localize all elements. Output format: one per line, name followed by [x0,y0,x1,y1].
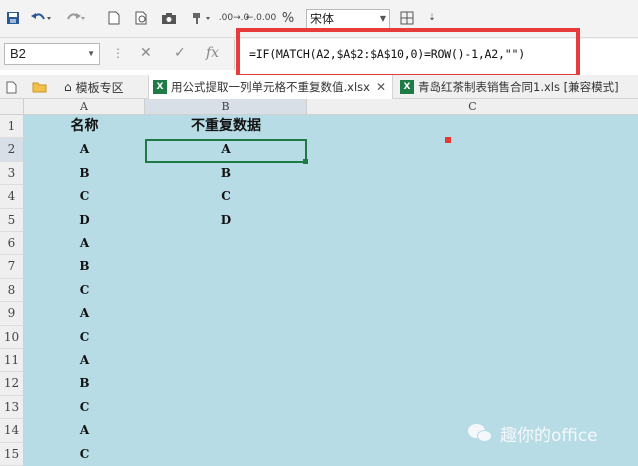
cell-a[interactable]: B [24,255,145,278]
increase-decimal-icon[interactable]: .00→.0 [219,8,249,28]
cell-a[interactable]: B [24,162,145,185]
cell-b[interactable]: C [145,185,307,208]
borders-icon[interactable] [398,8,416,28]
document-tabs: ⌂ 模板专区 X 用公式提取一列单元格不重复数值.xlsx ✕ X 青岛红茶制表… [0,75,638,99]
tab-label: 模板专区 [75,80,124,95]
cell-a[interactable]: B [24,372,145,395]
print-preview-icon[interactable] [134,8,150,28]
cell-a[interactable]: A [24,302,145,325]
new-icon[interactable] [106,8,122,28]
close-icon[interactable]: ✕ [376,80,386,94]
row-header[interactable]: 12 [0,372,24,396]
tab-contract-workbook[interactable]: X 青岛红茶制表销售合同1.xls [兼容模式] [396,75,638,99]
separator-icon: ⋮ [112,46,124,60]
cancel-icon[interactable]: ✕ [140,45,152,61]
row-header[interactable]: 5 [0,208,24,232]
insert-function-icon[interactable]: fx [206,45,219,61]
percent-icon[interactable]: % [280,8,296,28]
cell-b[interactable]: B [145,162,307,185]
fill-handle[interactable] [303,159,308,164]
tab-templates[interactable]: ⌂ 模板专区 [64,75,148,99]
cell-a[interactable]: C [24,326,145,349]
cell-a[interactable]: C [24,396,145,419]
row-header[interactable]: 1 [0,115,24,139]
font-name-select[interactable]: 宋体 ▼ [306,9,390,29]
excel-icon: X [153,80,167,94]
tab-label: 用公式提取一列单元格不重复数值.xlsx [171,80,370,94]
cell-a[interactable]: C [24,185,145,208]
excel-icon: X [400,80,414,94]
column-header-c[interactable]: C [307,99,638,115]
tab-label: 青岛红茶制表销售合同1.xls [兼容模式] [418,80,619,94]
cell-a[interactable]: A [24,419,145,442]
confirm-icon[interactable]: ✓ [174,45,186,61]
folder-icon[interactable] [32,75,50,99]
name-box[interactable]: B2 ▼ [4,43,100,65]
new-document-icon[interactable] [6,75,22,99]
row-header[interactable]: 8 [0,278,24,303]
chevron-down-icon: ▼ [379,14,386,23]
format-painter-icon[interactable] [188,8,214,28]
cell-a[interactable]: D [24,209,145,232]
cell-a[interactable]: C [24,443,145,466]
redo-icon[interactable] [62,8,88,28]
tab-active-workbook[interactable]: X 用公式提取一列单元格不重复数值.xlsx ✕ [148,75,393,99]
cell-b[interactable]: D [145,209,307,232]
wechat-icon [468,423,494,444]
cell-a[interactable]: A [24,232,145,255]
decrease-decimal-icon[interactable]: ←.0.00 [246,8,276,28]
cell-a[interactable]: A [24,349,145,372]
row-header[interactable]: 9 [0,302,24,326]
cell-a[interactable]: A [24,138,145,161]
select-all-corner[interactable] [0,99,24,115]
column-header-a[interactable]: A [24,99,145,115]
row-header[interactable]: 15 [0,442,24,466]
save-icon[interactable] [4,8,22,28]
row-header[interactable]: 13 [0,395,24,420]
column-header-b[interactable]: B [145,99,307,115]
row-header[interactable]: 10 [0,325,24,349]
row-header[interactable]: 2 [0,138,24,162]
row-header[interactable]: 7 [0,255,24,279]
header-cell-unique[interactable]: 不重复数据 [145,115,307,138]
row-header[interactable]: 6 [0,232,24,256]
camera-icon[interactable] [160,8,178,28]
row-header[interactable]: 4 [0,185,24,209]
undo-icon[interactable] [28,8,54,28]
more-options-icon[interactable]: ⇣ [426,8,438,28]
font-name-value: 宋体 [310,12,335,26]
home-icon: ⌂ [64,80,72,94]
cursor-marker [445,137,451,143]
name-box-value: B2 [10,46,26,61]
active-cell-b2[interactable] [145,139,307,163]
row-header[interactable]: 11 [0,349,24,373]
chevron-down-icon: ▼ [87,49,95,58]
formula-highlight-box [236,28,580,78]
cell-a[interactable]: C [24,279,145,302]
watermark-text: 趣你的office [500,426,598,446]
watermark: 趣你的office [468,421,598,446]
row-header[interactable]: 3 [0,161,24,186]
header-cell-name[interactable]: 名称 [24,115,145,138]
row-header[interactable]: 14 [0,419,24,443]
